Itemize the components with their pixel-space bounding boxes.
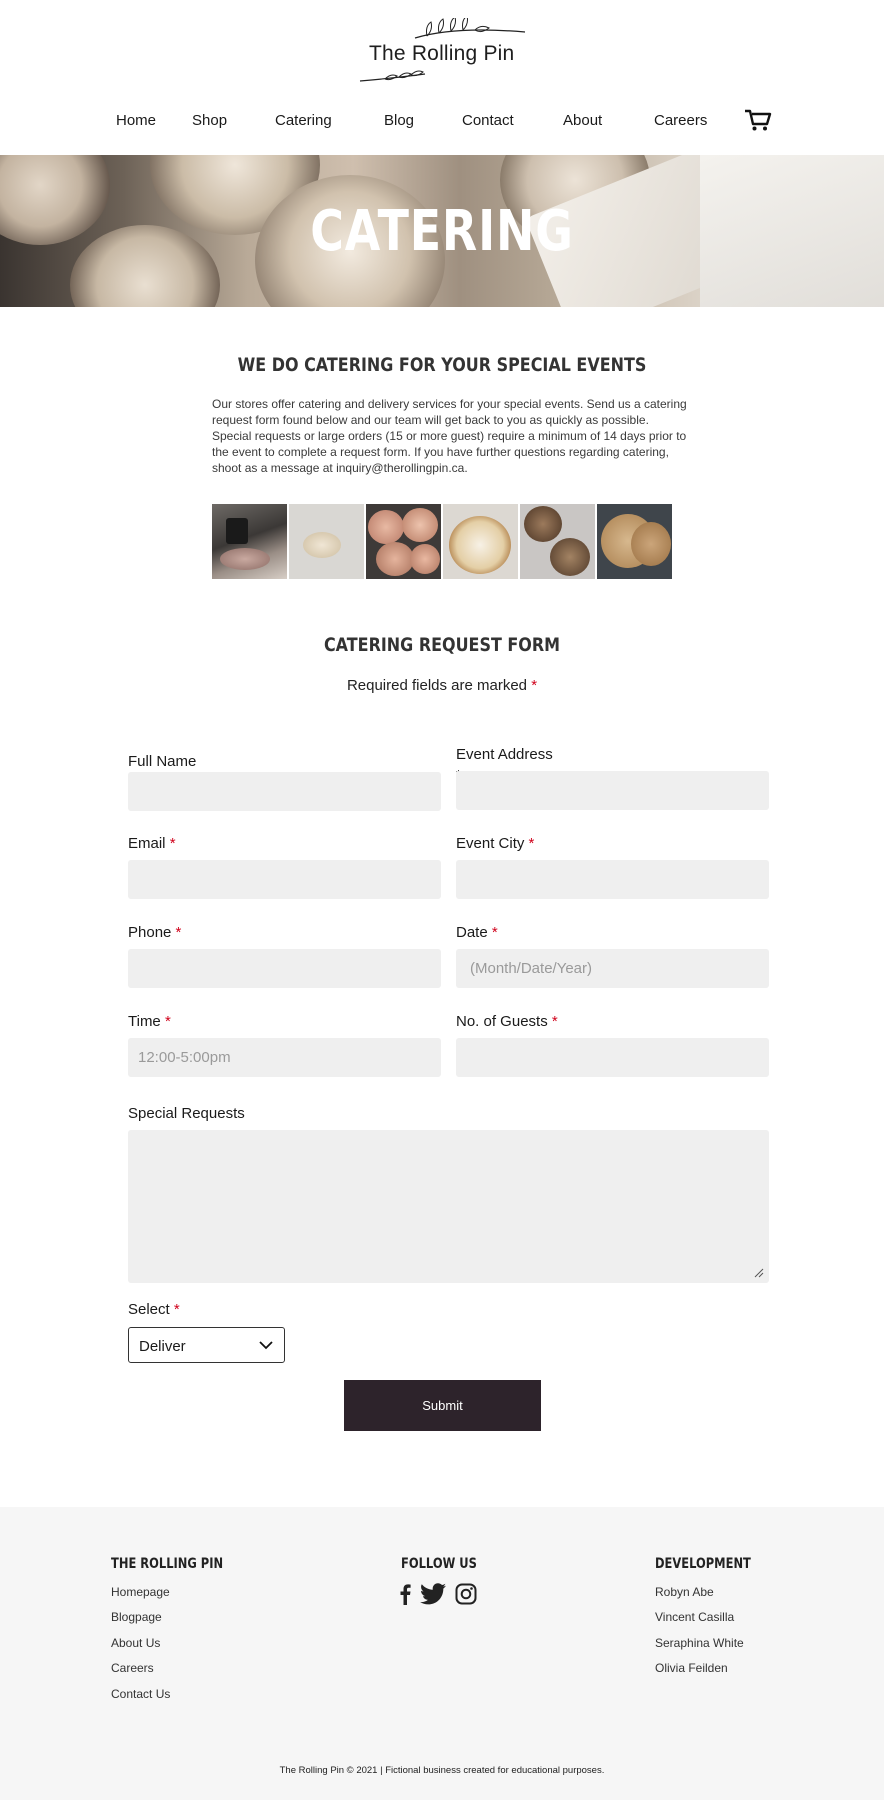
phone-label-text: Phone (128, 924, 172, 941)
footer-link-blogpage[interactable]: Blogpage (111, 1610, 162, 1624)
date-field[interactable]: (Month/Date/Year) (456, 949, 769, 988)
full-name-label: Full Name (128, 753, 196, 770)
gallery-image-oat-cookies[interactable] (597, 504, 672, 579)
nav-blog[interactable]: Blog (384, 112, 414, 129)
email-field[interactable] (128, 860, 441, 899)
gallery-image-tart[interactable] (443, 504, 518, 579)
instagram-icon[interactable] (455, 1583, 477, 1605)
developer-name: Seraphina White (655, 1636, 744, 1650)
gallery-image-donuts[interactable] (366, 504, 441, 579)
food-gallery (212, 504, 674, 579)
delivery-select[interactable]: Deliver (128, 1327, 285, 1363)
logo[interactable]: The Rolling Pin (355, 18, 535, 90)
time-label-text: Time (128, 1013, 161, 1030)
required-mark: * (531, 677, 538, 694)
footer-link-careers[interactable]: Careers (111, 1661, 154, 1675)
intro-title: WE DO CATERING FOR YOUR SPECIAL EVENTS (237, 354, 647, 376)
guests-field[interactable] (456, 1038, 769, 1077)
time-label: Time * (128, 1013, 171, 1030)
intro-text: Our stores offer catering and delivery s… (212, 397, 687, 475)
event-city-label: Event City * (456, 835, 534, 852)
nav-catering[interactable]: Catering (275, 112, 332, 129)
event-city-label-text: Event City (456, 835, 525, 852)
form-subtitle-text: Required fields are marked (346, 677, 528, 694)
brand-name: The Rolling Pin (369, 42, 515, 65)
time-required-mark: * (164, 1013, 171, 1030)
footer-follow-heading: FOLLOW US (401, 1556, 477, 1572)
form-subtitle: Required fields are marked * (0, 677, 884, 694)
phone-required-mark: * (175, 924, 182, 941)
developer-name: Vincent Casilla (655, 1610, 735, 1624)
select-required-mark: * (173, 1301, 180, 1318)
special-requests-textarea[interactable] (128, 1130, 769, 1283)
chevron-down-icon (259, 1341, 273, 1350)
developer-name: Olivia Feilden (655, 1661, 728, 1675)
developer-name: Robyn Abe (655, 1585, 714, 1599)
event-address-label-text: Event Address (456, 746, 553, 763)
guests-label: No. of Guests * (456, 1013, 558, 1030)
footer-link-contact-us[interactable]: Contact Us (111, 1687, 170, 1701)
twitter-icon[interactable] (420, 1583, 446, 1605)
gallery-image-macarons-coffee[interactable] (212, 504, 287, 579)
date-placeholder: (Month/Date/Year) (470, 960, 593, 977)
nav-careers[interactable]: Careers (654, 112, 707, 129)
nav-shop[interactable]: Shop (192, 112, 227, 129)
resize-handle-icon[interactable] (752, 1266, 764, 1278)
footer-link-homepage[interactable]: Homepage (111, 1585, 170, 1599)
full-name-label-text: Full Name (128, 753, 197, 770)
nav-contact[interactable]: Contact (462, 112, 514, 129)
special-requests-label: Special Requests (128, 1105, 245, 1122)
site-header: The Rolling Pin Home Shop Catering Blog … (0, 0, 884, 155)
email-label-text: Email (128, 835, 166, 852)
facebook-icon[interactable] (399, 1583, 411, 1605)
event-city-required-mark: * (528, 835, 535, 852)
footer-brand-heading: THE ROLLING PIN (111, 1556, 224, 1572)
gallery-image-macarons[interactable] (289, 504, 364, 579)
nav-about[interactable]: About (563, 112, 602, 129)
event-city-field[interactable] (456, 860, 769, 899)
guests-required-mark: * (551, 1013, 558, 1030)
full-name-field[interactable] (128, 772, 441, 811)
time-field[interactable]: 12:00-5:00pm (128, 1038, 441, 1077)
footer-development-heading: DEVELOPMENT (655, 1556, 751, 1572)
submit-button[interactable]: Submit (344, 1380, 541, 1431)
site-footer (0, 1507, 884, 1800)
hero-banner: CATERING (0, 155, 884, 307)
date-label-text: Date (456, 924, 488, 941)
email-label: Email * (128, 835, 176, 852)
phone-field[interactable] (128, 949, 441, 988)
time-placeholder: 12:00-5:00pm (138, 1049, 231, 1066)
event-address-label: Event Address (456, 746, 553, 763)
hero-title: CATERING (310, 199, 574, 264)
select-label-text: Select (128, 1301, 170, 1318)
select-label: Select * (128, 1301, 180, 1318)
date-label: Date * (456, 924, 498, 941)
date-required-mark: * (491, 924, 498, 941)
form-title: CATERING REQUEST FORM (323, 634, 561, 656)
phone-label: Phone * (128, 924, 181, 941)
copyright-text: The Rolling Pin © 2021 | Fictional busin… (279, 1765, 605, 1776)
delivery-select-value: Deliver (139, 1338, 186, 1355)
nav-home[interactable]: Home (116, 112, 156, 129)
footer-link-about-us[interactable]: About Us (111, 1636, 160, 1650)
shopping-cart-icon[interactable] (744, 108, 772, 132)
email-required-mark: * (169, 835, 176, 852)
event-address-field[interactable] (456, 771, 769, 810)
gallery-image-chocolate-cookies[interactable] (520, 504, 595, 579)
guests-label-text: No. of Guests (456, 1013, 548, 1030)
